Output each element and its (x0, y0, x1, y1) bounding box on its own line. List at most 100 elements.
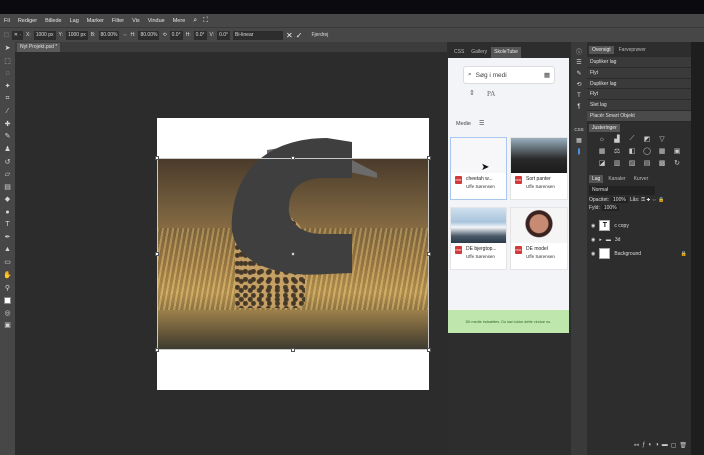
exposure-icon[interactable]: ◩ (640, 134, 654, 145)
tab-channels[interactable]: Kanaler (605, 175, 628, 183)
history-icon[interactable]: ⟲ (571, 79, 587, 90)
search-icon[interactable]: ⌕ (193, 17, 197, 25)
channel-mixer-icon[interactable]: ▦ (655, 146, 669, 157)
skew-v-field[interactable]: 0.0° (217, 30, 231, 40)
eye-icon[interactable]: ◉ (591, 251, 595, 257)
pa-label[interactable]: PA (487, 90, 495, 98)
properties-icon[interactable]: ☰ (571, 57, 587, 68)
transform-handle[interactable] (155, 252, 159, 256)
x-field[interactable]: 1000 px (33, 30, 56, 40)
blur-tool-icon[interactable]: ◆ (0, 193, 15, 206)
healing-brush-icon[interactable]: ✚ (0, 118, 15, 131)
history-brush-icon[interactable]: ↺ (0, 155, 15, 168)
new-folder-icon[interactable]: ▬ (662, 442, 668, 454)
eyedropper-icon[interactable]: ⁄ (0, 105, 15, 118)
transform-handle[interactable] (427, 252, 431, 256)
history-item[interactable]: Slet lag (587, 100, 691, 111)
transform-handle[interactable] (155, 348, 159, 352)
skoletube-panel-icon[interactable]: ❚ (571, 146, 587, 157)
magic-wand-icon[interactable]: ✦ (0, 80, 15, 93)
commit-icon[interactable]: ✓ (296, 31, 303, 40)
media-card[interactable]: PDF DE model Uffe Sørensen (510, 207, 568, 270)
gallery-panel-icon[interactable]: ▦ (571, 135, 587, 146)
hand-tool-icon[interactable]: ✋ (0, 269, 15, 282)
brush-panel-icon[interactable]: ✎ (571, 68, 587, 79)
cancel-icon[interactable]: ✕ (286, 31, 293, 40)
fill-field[interactable]: 100% (601, 204, 619, 211)
gradient-tool-icon[interactable]: ▤ (0, 181, 15, 194)
pen-tool-icon[interactable]: ✒ (0, 231, 15, 244)
interpolation-select[interactable]: Bi-linear (233, 30, 284, 40)
bw-icon[interactable]: ◧ (625, 146, 639, 157)
tab-css[interactable]: CSS (451, 47, 467, 58)
media-card[interactable]: PDF cheetah w... Uffe Sørensen (450, 137, 507, 200)
eraser-icon[interactable]: ▱ (0, 168, 15, 181)
tab-curves[interactable]: Kurver (631, 175, 652, 183)
height-field[interactable]: 80.00% (138, 30, 160, 40)
transform-handle[interactable] (291, 348, 295, 352)
transform-handle[interactable] (427, 348, 431, 352)
type-tool-icon[interactable]: T (0, 218, 15, 231)
screen-mode-icon[interactable]: ▣ (0, 319, 15, 332)
paragraph-icon[interactable]: ¶ (571, 101, 587, 112)
lookup-icon[interactable]: ▣ (670, 146, 684, 157)
blend-mode-select[interactable]: Normal (589, 185, 655, 195)
levels-icon[interactable]: ▟ (610, 134, 624, 145)
css-panel-icon[interactable]: CSS (571, 124, 587, 135)
menu-layer[interactable]: Lag (70, 18, 79, 24)
link-icon[interactable]: ⇔ (122, 32, 127, 38)
gradient-map-icon[interactable]: ▤ (640, 158, 654, 169)
menu-select[interactable]: Marker (87, 18, 104, 24)
tab-layers[interactable]: Lag (589, 174, 604, 183)
width-field[interactable]: 80.00% (98, 30, 120, 40)
tab-history[interactable]: Oversigt (589, 46, 614, 54)
media-card[interactable]: PDF DE bjergtop... Uffe Sørensen (450, 207, 507, 270)
rotate-field[interactable]: 0.0° (169, 30, 183, 40)
lasso-tool-icon[interactable]: ◌ (0, 67, 15, 80)
move-anchor-icon[interactable]: ✕ · (11, 30, 23, 40)
selective-color-icon[interactable]: ▩ (655, 158, 669, 169)
quick-mask-icon[interactable]: ◎ (0, 306, 15, 319)
adjust-layer-icon[interactable]: ◑ (655, 442, 659, 454)
shape-tool-icon[interactable]: ▭ (0, 256, 15, 269)
remove-button[interactable]: Fjerdrej (311, 32, 328, 38)
fullscreen-icon[interactable]: ⛶ (203, 17, 208, 25)
opacity-field[interactable]: 100% (611, 196, 628, 203)
vibrance-icon[interactable]: ▽ (655, 134, 669, 145)
y-field[interactable]: 1000 px (65, 30, 88, 40)
transform-center-handle[interactable] (291, 252, 295, 256)
curves-icon[interactable]: ⟋ (625, 134, 639, 145)
posterize-icon[interactable]: ▥ (610, 158, 624, 169)
eye-icon[interactable]: ◉ (591, 237, 595, 243)
color-balance-icon[interactable]: ⚖ (610, 146, 624, 157)
path-select-icon[interactable]: ▲ (0, 244, 15, 257)
layer-row[interactable]: ◉ ▸ ▬ 3d (587, 233, 691, 247)
tab-adjustments[interactable]: Justeringer (589, 123, 620, 132)
menu-more[interactable]: Mere (173, 18, 186, 24)
skew-h-field[interactable]: 0.0° (193, 30, 207, 40)
transform-handle[interactable] (155, 156, 159, 160)
delete-icon[interactable]: 🗑 (679, 442, 687, 454)
media-search-input[interactable]: ⌕ Søg i medi ▦ (463, 66, 555, 84)
zoom-tool-icon[interactable]: ⚲ (0, 281, 15, 294)
transform-handle[interactable] (291, 156, 295, 160)
history-item[interactable]: Flyt (587, 67, 691, 79)
character-icon[interactable]: T (571, 90, 587, 101)
move-tool-icon[interactable]: ➤ (0, 42, 15, 55)
transform-icon[interactable]: ⬚ (4, 32, 9, 38)
layer-row[interactable]: ◉ Background 🔒 (587, 247, 691, 261)
list-view-icon[interactable]: ☰ (479, 120, 484, 127)
hue-icon[interactable]: ▦ (595, 146, 609, 157)
tab-gallery[interactable]: Gallery (468, 47, 490, 58)
calendar-icon[interactable]: ▦ (544, 71, 550, 79)
photo-filter-icon[interactable]: ◯ (640, 146, 654, 157)
transform-handle[interactable] (427, 156, 431, 160)
marquee-tool-icon[interactable]: ⬚ (0, 55, 15, 68)
menu-filter[interactable]: Filter (112, 18, 124, 24)
link-layers-icon[interactable]: ⚯ (634, 442, 639, 454)
fx-icon[interactable]: ƒ (642, 442, 645, 454)
stamp-tool-icon[interactable]: ♟ (0, 143, 15, 156)
mask-icon[interactable]: ◐ (648, 442, 652, 454)
history-item[interactable]: Placér Smart Objekt (587, 110, 691, 122)
menu-view[interactable]: Vis (132, 18, 140, 24)
